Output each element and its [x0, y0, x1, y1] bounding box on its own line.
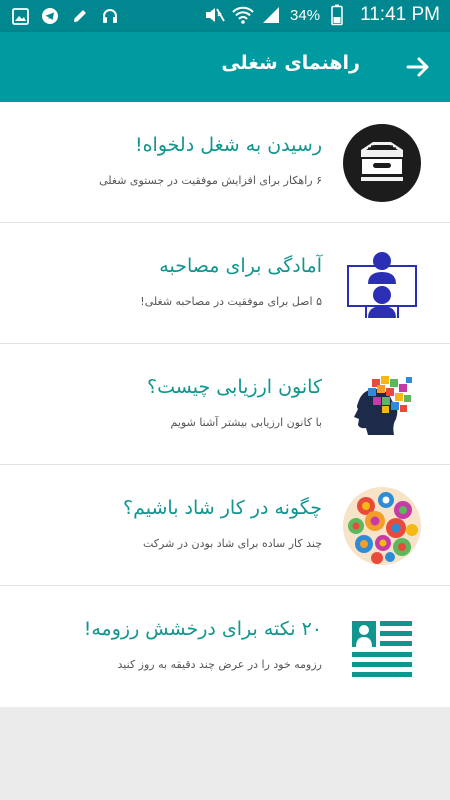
headphones-icon: [100, 6, 120, 26]
item-title: ۲۰ نکته برای درخشش رزومه!: [83, 618, 322, 640]
file-drawer-icon: [342, 123, 422, 203]
battery-icon: [326, 4, 348, 26]
wifi-icon: [232, 4, 254, 26]
battery-percent: 34%: [290, 6, 321, 24]
item-title: آمادگی برای مصاحبه: [159, 255, 322, 277]
resume-icon: [342, 607, 422, 687]
item-subtitle: رزومه خود را در عرض چند دقیقه به روز کنی…: [117, 658, 322, 671]
status-bar: 34% 11:41 PM: [0, 0, 450, 32]
image-icon: [10, 6, 30, 26]
arrow-right-icon: [406, 57, 429, 77]
back-button[interactable]: [400, 49, 436, 85]
item-title: کانون ارزیابی چیست؟: [147, 376, 322, 398]
list-item-happy-at-work[interactable]: چگونه در کار شاد باشیم؟ چند کار ساده برا…: [0, 465, 450, 586]
list-item-interview[interactable]: آمادگی برای مصاحبه ۵ اصل برای موفقیت در …: [0, 223, 450, 344]
item-subtitle: چند کار ساده برای شاد بودن در شرکت: [142, 537, 322, 550]
item-subtitle: ۶ راهکار برای افزایش موفقیت در جستوی شغل…: [99, 174, 322, 187]
telegram-icon: [40, 6, 60, 26]
list-item-dream-job[interactable]: رسیدن به شغل دلخواه! ۶ راهکار برای افزای…: [0, 102, 450, 223]
clock: 11:41 PM: [360, 4, 440, 25]
topic-list: رسیدن به شغل دلخواه! ۶ راهکار برای افزای…: [0, 102, 450, 707]
item-subtitle: با کانون ارزیابی بیشتر آشنا شویم: [170, 416, 322, 429]
brain-puzzle-icon: [342, 365, 422, 445]
item-title: چگونه در کار شاد باشیم؟: [123, 497, 322, 519]
colorful-circle-icon: [342, 486, 422, 566]
item-subtitle: ۵ اصل برای موفقیت در مصاحبه شغلی!: [140, 295, 322, 308]
pencil-icon: [70, 6, 90, 26]
status-left-icons: [10, 6, 120, 26]
app-bar: راهنمای شغلی: [0, 32, 450, 102]
page-title: راهنمای شغلی: [221, 52, 360, 74]
list-item-resume[interactable]: ۲۰ نکته برای درخشش رزومه! رزومه خود را د…: [0, 586, 450, 707]
status-right-icons: 34% 11:41 PM: [204, 4, 440, 26]
signal-icon: [260, 4, 282, 26]
interview-icon: [342, 244, 422, 324]
list-item-assessment-center[interactable]: کانون ارزیابی چیست؟ با کانون ارزیابی بیش…: [0, 344, 450, 465]
mute-icon: [204, 4, 226, 26]
item-title: رسیدن به شغل دلخواه!: [134, 134, 322, 156]
